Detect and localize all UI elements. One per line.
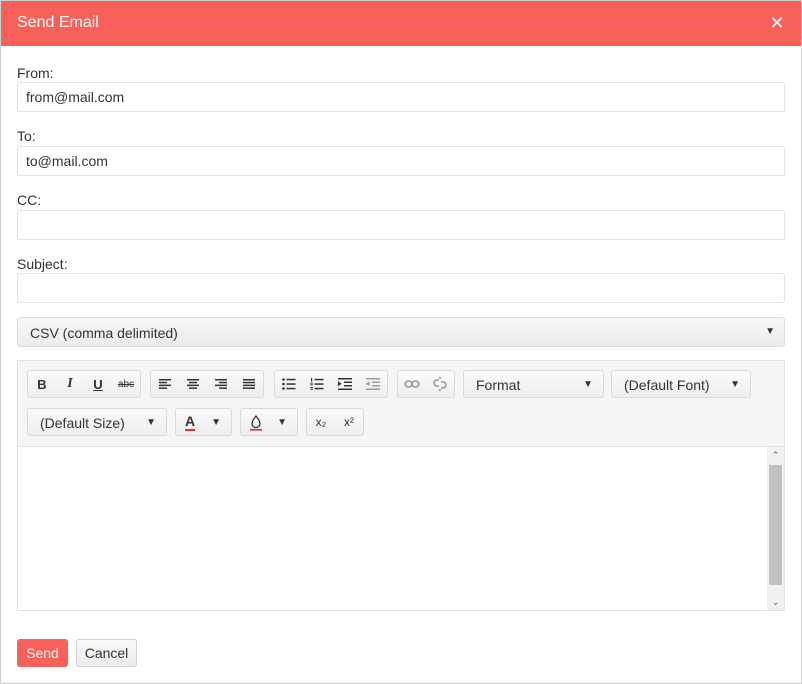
align-center-button[interactable] (179, 371, 207, 397)
numbered-list-button[interactable] (303, 371, 331, 397)
font-size-dropdown-label: (Default Size) (40, 415, 125, 431)
bold-button[interactable]: B (28, 371, 56, 397)
strikethrough-button[interactable]: abc (112, 371, 140, 397)
text-style-group: B I U abc (27, 370, 141, 398)
script-group: x₂ x² (306, 408, 364, 436)
cc-field[interactable] (17, 210, 785, 240)
from-field[interactable] (17, 82, 785, 112)
dialog-titlebar: Send Email ✕ (1, 1, 801, 46)
subject-label: Subject: (17, 256, 68, 272)
from-label: From: (17, 65, 54, 81)
scroll-down-icon[interactable]: ⌄ (767, 594, 784, 610)
numbered-list-icon (310, 378, 324, 390)
alignment-group (150, 370, 264, 398)
editor-scrollbar[interactable]: ⌃ ⌄ (767, 447, 784, 610)
justify-button[interactable] (235, 371, 263, 397)
font-family-dropdown[interactable]: (Default Font) ▼ (611, 370, 751, 398)
chevron-down-icon: ▼ (583, 379, 593, 390)
background-color-dropdown[interactable]: ▼ (240, 408, 298, 436)
chevron-down-icon: ▼ (277, 417, 287, 428)
send-email-dialog: Send Email ✕ From: To: CC: Subject: CSV … (0, 0, 802, 684)
underline-icon: U (93, 376, 103, 392)
rich-text-editor: B I U abc Format ▼ (Default Font) ▼ (Def… (17, 360, 785, 611)
editor-content-area[interactable]: ⌃ ⌄ (18, 447, 784, 610)
link-group (397, 370, 455, 398)
align-left-icon (159, 379, 171, 389)
justify-icon (243, 379, 255, 389)
indent-button[interactable] (331, 371, 359, 397)
italic-icon: I (67, 376, 73, 391)
align-left-button[interactable] (151, 371, 179, 397)
superscript-icon: x² (344, 415, 354, 429)
align-right-icon (215, 379, 227, 389)
bold-icon: B (37, 376, 47, 392)
align-right-button[interactable] (207, 371, 235, 397)
unlink-icon (433, 377, 447, 391)
subscript-button[interactable]: x₂ (307, 409, 335, 435)
chevron-down-icon: ▼ (730, 379, 740, 390)
strikethrough-icon: abc (117, 378, 135, 390)
format-select[interactable]: CSV (comma delimited) ▼ (17, 317, 785, 347)
superscript-button[interactable]: x² (335, 409, 363, 435)
editor-toolbar: B I U abc Format ▼ (Default Font) ▼ (Def… (18, 361, 784, 447)
list-indent-group (274, 370, 388, 398)
bullet-list-icon (282, 378, 296, 390)
chevron-down-icon: ▼ (765, 326, 775, 337)
insert-link-button[interactable] (398, 371, 426, 397)
send-button[interactable]: Send (17, 639, 68, 667)
cc-label: CC: (17, 192, 42, 208)
underline-button[interactable]: U (84, 371, 112, 397)
italic-button[interactable]: I (56, 371, 84, 397)
outdent-button[interactable] (359, 371, 387, 397)
format-dropdown-label: Format (476, 377, 521, 393)
format-select-value: CSV (comma delimited) (30, 325, 178, 341)
unlink-button[interactable] (426, 371, 454, 397)
dialog-title: Send Email (17, 14, 99, 31)
to-label: To: (17, 128, 36, 144)
to-field[interactable] (17, 146, 785, 176)
link-icon (404, 380, 420, 388)
format-dropdown[interactable]: Format ▼ (463, 370, 604, 398)
chevron-down-icon: ▼ (211, 417, 221, 428)
cancel-button[interactable]: Cancel (76, 639, 137, 667)
font-color-dropdown[interactable]: A ▼ (175, 408, 232, 436)
scroll-thumb[interactable] (769, 465, 782, 585)
subject-field[interactable] (17, 273, 785, 303)
indent-icon (338, 378, 352, 390)
font-size-dropdown[interactable]: (Default Size) ▼ (27, 408, 167, 436)
subscript-icon: x₂ (315, 415, 327, 429)
chevron-down-icon: ▼ (146, 417, 156, 428)
fill-color-icon (250, 415, 262, 431)
bullet-list-button[interactable] (275, 371, 303, 397)
close-icon[interactable]: ✕ (767, 12, 787, 34)
scroll-up-icon[interactable]: ⌃ (767, 447, 784, 463)
outdent-icon (366, 378, 380, 390)
align-center-icon (187, 379, 199, 389)
font-color-icon: A (185, 413, 196, 431)
font-family-dropdown-label: (Default Font) (624, 377, 710, 393)
